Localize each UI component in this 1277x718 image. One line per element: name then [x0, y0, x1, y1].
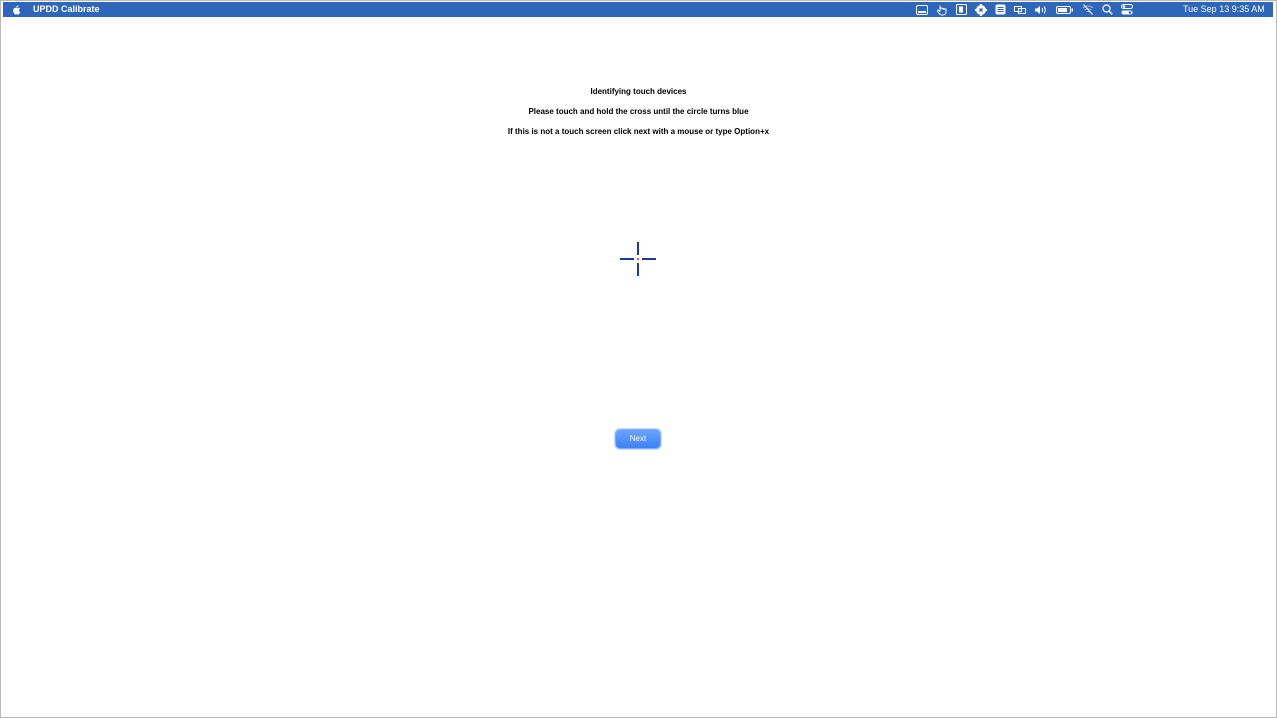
app-name-menu[interactable]: UPDD Calibrate	[33, 2, 100, 17]
calibration-instruction: Please touch and hold the cross until th…	[528, 107, 749, 116]
control-center-icon[interactable]	[1121, 2, 1133, 17]
document-icon[interactable]	[956, 2, 967, 17]
apple-menu-icon[interactable]	[11, 2, 21, 17]
calibration-alternative-text: If this is not a touch screen click next…	[507, 127, 770, 136]
calibration-title: Identifying touch devices	[590, 87, 687, 96]
display-icon[interactable]	[916, 2, 928, 17]
volume-icon[interactable]	[1034, 2, 1048, 17]
menu-bar-clock[interactable]: Tue Sep 13 9:35 AM	[1183, 2, 1265, 17]
calibration-crosshair[interactable]	[620, 242, 656, 276]
settings-badge-icon[interactable]	[975, 2, 987, 17]
screen: UPDD Calibrate Tue Sep 13 9:35 AM Identi…	[0, 0, 1277, 718]
wifi-off-icon[interactable]	[1082, 2, 1094, 17]
screen-mirroring-icon[interactable]	[1014, 2, 1026, 17]
battery-icon[interactable]	[1056, 2, 1074, 17]
status-icons	[916, 2, 1141, 17]
list-icon[interactable]	[995, 2, 1006, 17]
touch-hand-icon[interactable]	[936, 2, 948, 17]
menu-bar: UPDD Calibrate Tue Sep 13 9:35 AM	[3, 2, 1273, 17]
search-icon[interactable]	[1102, 2, 1113, 17]
next-button[interactable]: Next	[616, 430, 660, 448]
crosshair-icon	[620, 242, 656, 276]
